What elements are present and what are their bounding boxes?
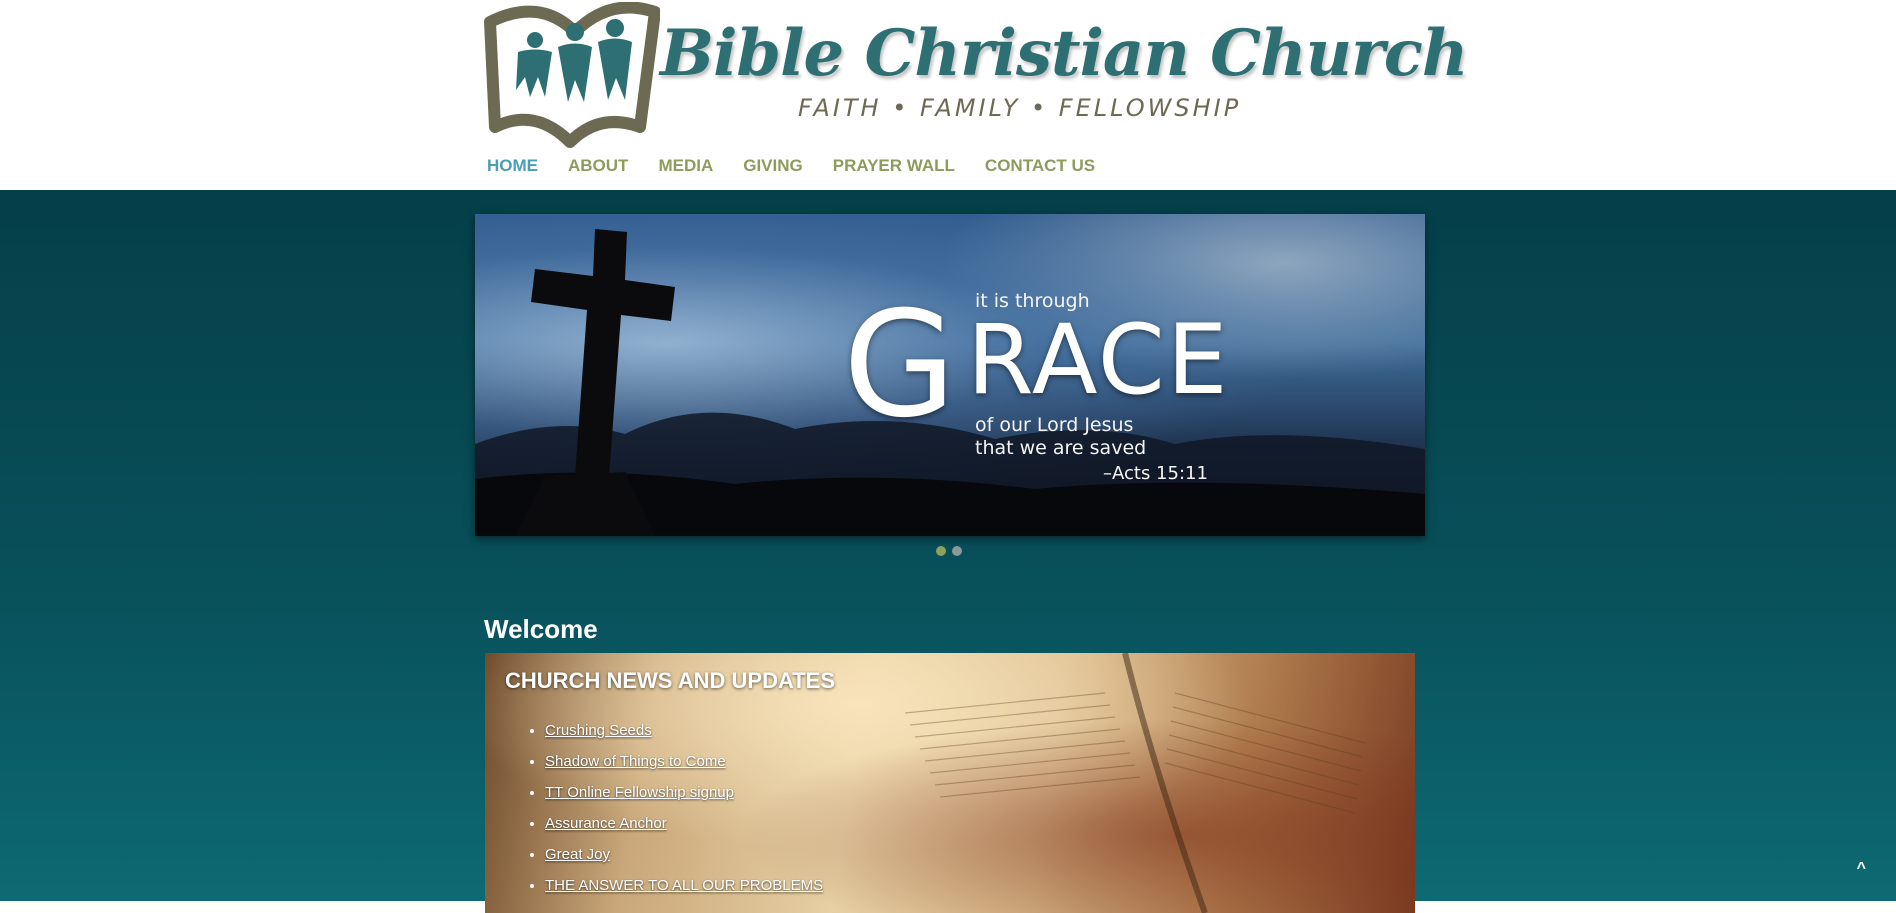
back-to-top-button[interactable]: ^	[1857, 860, 1866, 878]
site-header: Bible Christian Church FAITH • FAMILY • …	[0, 0, 1896, 190]
nav-item-prayer-wall[interactable]: PRAYER WALL	[833, 156, 955, 176]
hero-banner-slide[interactable]: it is through G RACE of our Lord Jesus t…	[475, 214, 1425, 536]
banner-reference: –Acts 15:11	[1103, 463, 1208, 484]
news-link[interactable]: THE ANSWER TO ALL OUR PROBLEMS	[545, 877, 823, 894]
main-nav: HOME ABOUT MEDIA GIVING PRAYER WALL CONT…	[487, 156, 1125, 176]
slider-dot-1[interactable]	[936, 546, 946, 556]
list-item: TT Online Fellowship signup	[545, 777, 823, 808]
banner-line-3: that we are saved	[975, 437, 1147, 459]
list-item: Shadow of Things to Come	[545, 746, 823, 777]
list-item: Assurance Anchor	[545, 808, 823, 839]
nav-item-giving[interactable]: GIVING	[743, 156, 803, 176]
news-panel: CHURCH NEWS AND UPDATES Crushing Seeds S…	[485, 653, 1415, 913]
news-title: CHURCH NEWS AND UPDATES	[505, 668, 835, 693]
news-link[interactable]: Crushing Seeds	[545, 722, 652, 739]
slider-dot-2[interactable]	[952, 546, 962, 556]
banner-grace-letter-g: G	[843, 280, 957, 450]
main-content: it is through G RACE of our Lord Jesus t…	[0, 190, 1896, 913]
news-link[interactable]: TT Online Fellowship signup	[545, 784, 734, 801]
nav-item-home[interactable]: HOME	[487, 156, 538, 176]
welcome-heading: Welcome	[484, 614, 598, 644]
list-item: Crushing Seeds	[545, 715, 823, 746]
news-link[interactable]: Great Joy	[545, 846, 610, 863]
nav-item-about[interactable]: ABOUT	[568, 156, 628, 176]
news-link[interactable]: Assurance Anchor	[545, 815, 667, 832]
news-link[interactable]: Shadow of Things to Come	[545, 753, 726, 770]
site-tagline: FAITH • FAMILY • FELLOWSHIP	[798, 94, 1242, 122]
open-book-family-icon	[484, 2, 660, 148]
nav-item-media[interactable]: MEDIA	[658, 156, 713, 176]
list-item: THE ANSWER TO ALL OUR PROBLEMS	[545, 870, 823, 901]
slider-dots	[936, 546, 962, 556]
banner-line-2: of our Lord Jesus	[975, 414, 1134, 436]
nav-item-contact-us[interactable]: CONTACT US	[985, 156, 1095, 176]
news-list: Crushing Seeds Shadow of Things to Come …	[525, 715, 823, 901]
site-logo[interactable]: Bible Christian Church FAITH • FAMILY • …	[480, 2, 1468, 150]
site-title: Bible Christian Church	[660, 16, 1468, 91]
banner-grace-word: RACE	[967, 304, 1230, 416]
list-item: Great Joy	[545, 839, 823, 870]
